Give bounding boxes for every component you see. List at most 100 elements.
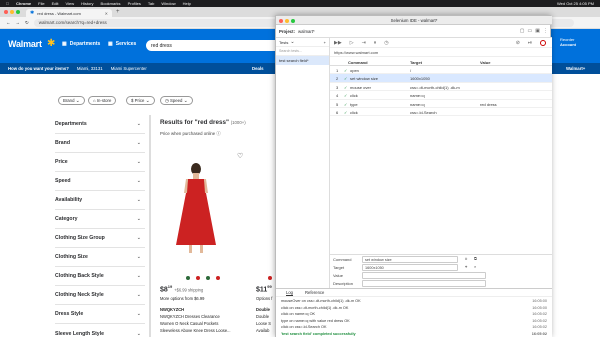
facet-brand[interactable]: Brand ⌄ [55,134,145,153]
menu-window[interactable]: Window [161,1,175,6]
description-field[interactable] [362,280,486,287]
menu-help[interactable]: Help [183,1,191,6]
command-row[interactable]: 4 ✓ click name=q [330,91,552,100]
product-title-line[interactable]: Double [256,314,269,319]
disable-breakpoints-icon[interactable]: ⊘ [516,40,520,46]
more-options[interactable]: More options from $6.99 [160,296,204,301]
tests-dropdown[interactable]: Tests ⌄ + [276,38,329,47]
facet-availability[interactable]: Availability ⌄ [55,191,145,210]
swatch-green[interactable] [206,276,210,280]
product-title-line[interactable]: Women O Neck Casual Pockets [160,321,218,326]
browser-tab[interactable]: ✱ red dress - Walmart.com ✕ [26,9,112,17]
menu-edit[interactable]: Edit [52,1,59,6]
forward-icon[interactable]: → [16,20,21,25]
product-title-line[interactable]: NWQKYZCH Dresses Clearance [160,314,220,319]
facet-category[interactable]: Category ⌄ [55,210,145,229]
find-target-icon[interactable]: ⌕ [474,264,476,269]
speed-icon[interactable]: ◷ [384,40,388,46]
product-title-line[interactable]: Sleeveless Above Knee Dress Loose... [160,328,231,333]
command-row[interactable]: 5 ✓ type name=q red dress [330,100,552,108]
select-target-icon[interactable]: ⌖ [465,264,467,269]
facet-speed[interactable]: Speed ⌄ [55,172,145,191]
menu-history[interactable]: History [81,1,93,6]
pause-icon[interactable]: ⏸ [374,40,377,46]
favorite-heart-icon[interactable]: ♡ [237,152,243,160]
test-item[interactable]: test search field* [276,56,329,65]
filter-in-store[interactable]: ⌂ In-store [88,96,117,105]
back-icon[interactable]: ← [6,20,11,25]
product-image-red-dress[interactable] [170,163,222,255]
reload-icon[interactable]: ↻ [25,20,29,26]
zip-code[interactable]: Miami, 33131 [77,66,103,71]
add-test-icon[interactable]: + [324,40,326,45]
facet-departments[interactable]: Departments ⌄ [55,115,145,134]
run-icon[interactable]: ▷ [350,40,354,46]
product-title-line[interactable]: Loose S [256,321,271,326]
menu-file[interactable]: File [38,1,44,6]
account-button[interactable]: Reorder Account [560,37,576,47]
swatch-red[interactable] [268,276,272,280]
search-tests-input[interactable]: Search tests... [276,47,329,56]
tab-log[interactable]: Log [286,290,293,296]
new-project-icon[interactable]: ▢ [520,28,525,34]
minimize-window-button[interactable] [285,18,289,23]
command-row[interactable]: 6 ✓ click css=.ld-Search [330,108,552,117]
filter-price[interactable]: $ Price ⌄ [126,96,155,105]
facet-scrollbar[interactable] [149,115,151,337]
pause-on-exceptions-icon[interactable]: ⏯ [528,40,532,46]
filter-speed[interactable]: ◷ Speed ⌄ [160,96,193,105]
zoom-window-button[interactable] [16,10,20,14]
menu-app[interactable]: Chrome [16,1,31,6]
record-button[interactable] [540,39,546,46]
command-field[interactable]: set window size [362,256,458,263]
base-url-input[interactable]: https://www.walmart.com [330,48,552,57]
services-button[interactable]: ▦ Services [108,41,136,47]
product-title-line[interactable]: Availab [256,328,269,333]
command-row[interactable]: 3 ✓ mouse over css=.dt-mcrth-child(1) .dk-m [330,83,552,92]
filter-brand[interactable]: Brand ⌄ [58,96,85,105]
minimize-window-button[interactable] [10,10,14,14]
facet-clothing-neck-style[interactable]: Clothing Neck Style ⌄ [55,286,145,305]
menu-profiles[interactable]: Profiles [128,1,141,6]
open-reference-icon[interactable]: ⧉ [474,256,477,261]
run-all-icon[interactable]: ▶▶ [334,40,342,46]
close-tab-icon[interactable]: ✕ [105,11,108,16]
walmart-search-input[interactable]: red dress [146,40,296,51]
departments-button[interactable]: ▦ Departments [62,41,100,47]
value-field[interactable] [362,272,486,279]
fulfillment-question[interactable]: How do you want your items? [8,66,69,71]
save-project-icon[interactable]: ▣ [535,28,540,34]
target-field[interactable]: 1600x1050 [362,264,458,271]
apple-icon[interactable]:  [6,1,9,6]
swatch-red[interactable] [216,276,220,280]
step-icon[interactable]: ⇥ [362,40,366,46]
comment-icon[interactable]: # [465,256,467,261]
swatch-red[interactable] [196,276,200,280]
facet-clothing-size-group[interactable]: Clothing Size Group ⌄ [55,229,145,248]
tab-reference[interactable]: Reference [305,290,324,295]
store-name[interactable]: Miami Supercenter [111,66,147,71]
project-name[interactable]: walmart* [298,29,315,34]
info-icon[interactable]: ⓘ [216,131,220,136]
facet-price[interactable]: Price ⌄ [55,153,145,172]
facet-clothing-size[interactable]: Clothing Size ⌄ [55,248,145,267]
new-tab-button[interactable]: + [116,9,120,15]
walmart-logo[interactable]: Walmart [8,39,42,49]
open-project-icon[interactable]: ▭ [528,28,533,34]
close-window-button[interactable] [279,18,283,23]
close-window-button[interactable] [4,10,8,14]
menu-tab[interactable]: Tab [148,1,154,6]
menu-bookmarks[interactable]: Bookmarks [101,1,121,6]
swatch-green[interactable] [186,276,190,280]
subnav-walmart-plus[interactable]: Walmart+ [566,66,585,71]
menu-view[interactable]: View [65,1,74,6]
facet-sleeve-length-style[interactable]: Sleeve Length Style ⌄ [55,324,145,337]
zoom-window-button[interactable] [291,18,295,23]
subnav-deals[interactable]: Deals [252,66,263,71]
facet-clothing-back-style[interactable]: Clothing Back Style ⌄ [55,267,145,286]
command-row[interactable]: 1 ✓ open / [330,66,552,75]
command-row[interactable]: 2 ✓ set window size 1600x1050 [330,74,552,83]
facet-dress-style[interactable]: Dress Style ⌄ [55,305,145,324]
more-menu-icon[interactable]: ⋮ [543,28,548,34]
more-options[interactable]: Options f [256,296,272,301]
